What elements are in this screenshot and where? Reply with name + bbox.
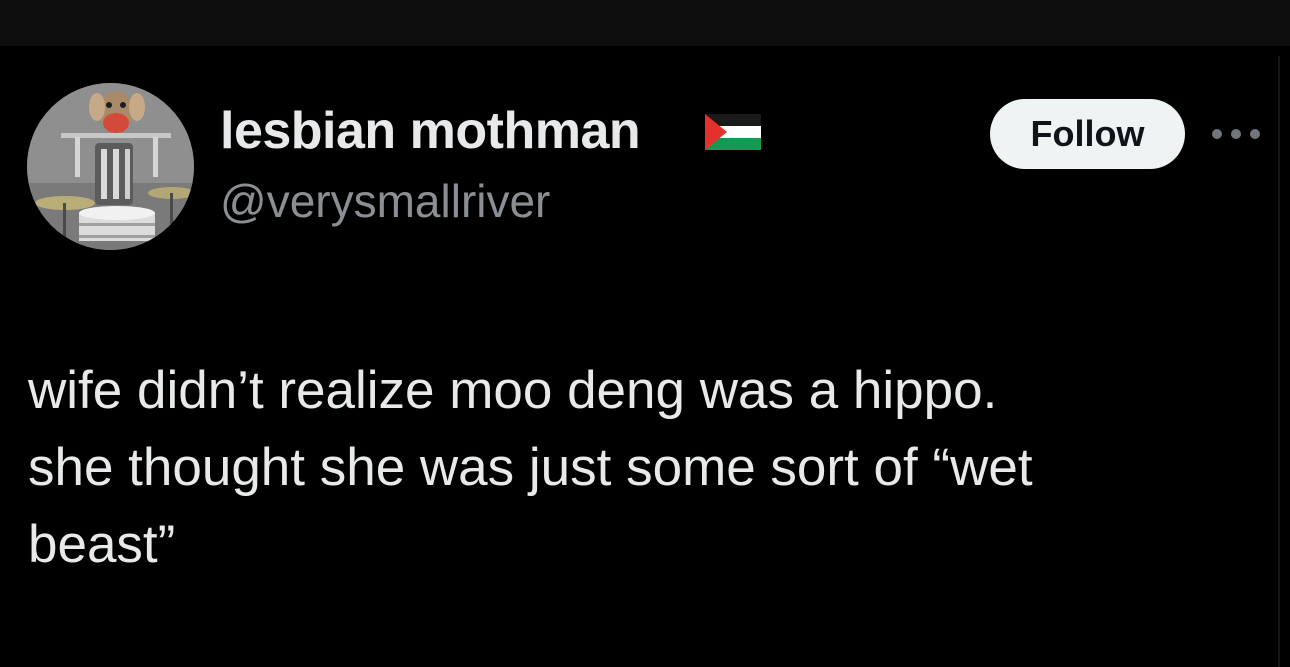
dot bbox=[1231, 129, 1241, 139]
author-handle[interactable]: @verysmallriver bbox=[220, 173, 550, 229]
tweet-line: beast” bbox=[28, 515, 176, 574]
tweet-line: wife didn’t realize moo deng was a hippo… bbox=[28, 361, 998, 420]
tweet-body: wife didn’t realize moo deng was a hippo… bbox=[28, 352, 1263, 583]
avatar[interactable] bbox=[27, 83, 194, 250]
scrollbar[interactable] bbox=[1278, 56, 1280, 667]
palestine-flag-icon bbox=[705, 114, 761, 150]
dot bbox=[1212, 129, 1222, 139]
tweet-line: she thought she was just some sort of “w… bbox=[28, 438, 1033, 497]
tweet-page: lesbian mothman @verysmallriver Follow w… bbox=[0, 0, 1290, 667]
more-horizontal-icon[interactable] bbox=[1212, 120, 1260, 148]
avatar-puppet-drummer bbox=[27, 83, 194, 250]
top-navigation-bar bbox=[0, 0, 1290, 46]
follow-button[interactable]: Follow bbox=[990, 99, 1185, 169]
author-display-name[interactable]: lesbian mothman bbox=[220, 101, 641, 161]
dot bbox=[1250, 129, 1260, 139]
